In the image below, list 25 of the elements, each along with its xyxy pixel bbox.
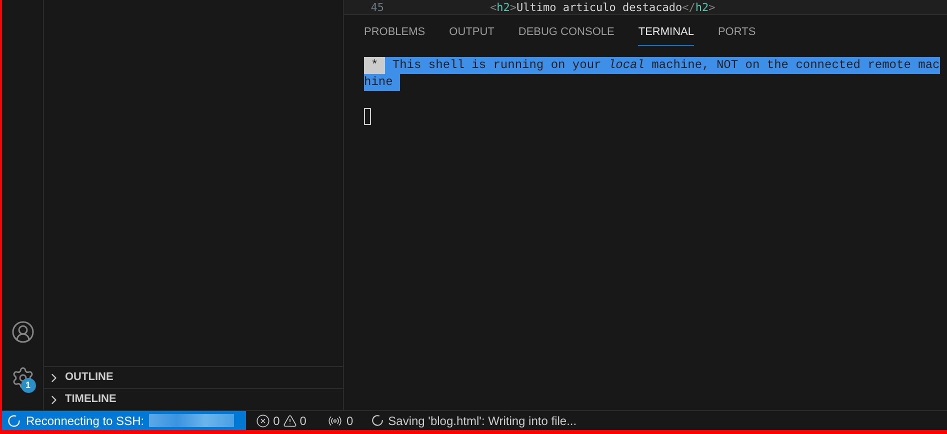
error-icon	[256, 414, 270, 428]
panel-tab[interactable]: PROBLEMS	[364, 20, 426, 46]
panel-tab[interactable]: PORTS	[718, 20, 756, 46]
notification-badge: 1	[20, 378, 36, 393]
spinner-icon	[371, 414, 384, 427]
terminal-text: hine	[364, 74, 400, 91]
panel-tab[interactable]: OUTPUT	[449, 20, 494, 46]
remote-status-text: Reconnecting to SSH:	[26, 412, 144, 430]
terminal-badge: *	[364, 57, 386, 74]
problems-status[interactable]: 0 0	[256, 412, 306, 430]
panel-tab[interactable]: TERMINAL	[638, 20, 694, 46]
remote-status[interactable]: Reconnecting to SSH:	[2, 411, 246, 430]
progress-status[interactable]: Saving 'blog.html': Writing into file...	[371, 412, 577, 430]
spinner-icon	[7, 414, 21, 428]
code-line: <h2>Ultimo articulo destacado</h2>	[490, 0, 716, 14]
ports-status[interactable]: 0	[328, 412, 354, 430]
sidebar-section-header[interactable]: OUTLINE	[44, 366, 343, 388]
terminal-cursor	[364, 108, 371, 125]
terminal-text: This shell is running on your local machine, NOT on the connected remote mac	[385, 57, 940, 74]
warning-icon	[282, 414, 297, 428]
antenna-icon	[328, 414, 342, 428]
account-icon[interactable]	[10, 320, 34, 344]
line-number: 45	[370, 0, 384, 14]
settings-icon[interactable]	[10, 366, 34, 390]
panel-tab[interactable]: DEBUG CONSOLE	[518, 20, 614, 46]
